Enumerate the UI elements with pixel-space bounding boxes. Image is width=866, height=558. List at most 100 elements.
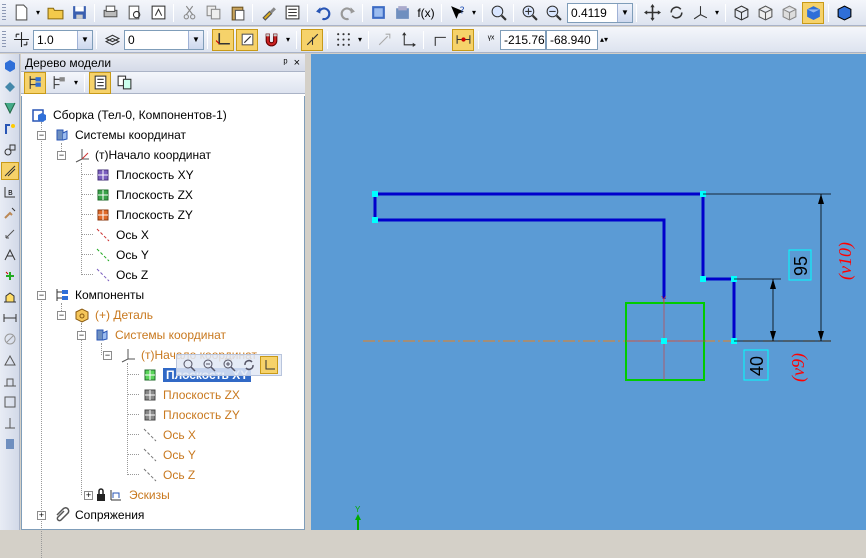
round-corner-icon[interactable] [428,29,450,51]
refresh-icon[interactable] [240,356,258,374]
show-relations-icon[interactable] [113,72,135,94]
collapse-toggle[interactable]: − [103,351,112,360]
orientation-icon[interactable] [689,2,711,24]
reports-icon[interactable] [1,267,19,285]
tree-node-axis-y[interactable]: Ось Y [95,246,149,264]
collapse-toggle[interactable]: − [77,331,86,340]
zoom-window-icon[interactable] [487,2,509,24]
rotate-icon[interactable] [665,2,687,24]
wireframe-view-icon[interactable] [730,2,752,24]
sketch-profile-inner[interactable] [373,194,666,299]
specification-icon[interactable] [1,246,19,264]
shaded-edges-view-icon[interactable] [833,2,855,24]
open-folder-icon[interactable] [44,2,66,24]
measure-icon[interactable]: B [1,183,19,201]
spatial-tools-icon[interactable] [1,351,19,369]
toolbar-grip[interactable] [2,30,6,49]
paste-icon[interactable] [226,2,248,24]
shaded-view-icon[interactable] [802,1,824,24]
tree-node-origin[interactable]: (т)Начало координат [74,146,211,164]
sketch-point[interactable] [372,191,378,197]
hidden-lines-view-icon[interactable] [754,2,776,24]
tree-structure-icon[interactable] [24,71,46,94]
orientation-more-icon[interactable]: ▾ [713,2,721,24]
zoom-fit-icon[interactable] [220,356,238,374]
close-icon[interactable]: × [294,57,300,69]
model-viewport[interactable]: 95 40 (v10) (v9) Y Y [311,54,866,530]
variables-fx-icon[interactable]: f(x) [415,2,437,24]
axes-arrow-icon[interactable] [397,29,419,51]
coord-x-field[interactable]: -215.76 [500,29,546,50]
local-cs-icon[interactable] [260,356,278,374]
tree-node-axis-x[interactable]: Ось X [95,226,149,244]
auxiliary-geometry-icon[interactable] [1,141,19,159]
collapse-toggle[interactable]: − [37,131,46,140]
thin-lines-view-icon[interactable] [778,2,800,24]
cursor-step-icon[interactable] [10,29,32,51]
document-properties-icon[interactable] [147,2,169,24]
tree-node-detail[interactable]: (+) Деталь [74,306,153,324]
tree-node-detail-axis-z[interactable]: Ось Z [142,466,195,484]
tree-node-assembly[interactable]: Сборка (Тел-0, Компонентов-1) [32,106,227,124]
grid-icon[interactable] [332,29,354,51]
parameterization-icon[interactable] [1,372,19,390]
tree-view-mode-icon[interactable] [48,72,70,94]
help-pointer-icon[interactable]: ? [446,2,468,24]
tree-node-plane-zy[interactable]: Плоскость ZY [95,206,193,224]
ortho-mode-icon[interactable] [301,28,323,51]
sketch-point[interactable] [372,217,378,223]
collapse-toggle[interactable]: − [57,151,66,160]
sketch-profile-outer[interactable] [375,192,736,341]
chevron-down-icon[interactable]: ▼ [77,30,92,49]
cut-icon[interactable] [178,2,200,24]
layer-manager-icon[interactable] [367,2,389,24]
magnet-snap-icon[interactable] [260,29,282,51]
zoom-level-combo[interactable]: 0.4119 ▼ [567,2,633,23]
snap-more-icon[interactable]: ▾ [284,29,292,51]
tree-node-axis-z[interactable]: Ось Z [95,266,148,284]
expand-toggle[interactable]: + [37,511,46,520]
dropdown-arrow-icon[interactable]: ▾ [34,2,42,24]
tree-node-sketches[interactable]: Эскизы [96,486,170,504]
designations-icon[interactable] [1,330,19,348]
current-layer-combo[interactable]: 0 ▼ [124,29,204,50]
tree-node-coord-systems[interactable]: Системы координат [54,126,186,144]
pan-icon[interactable] [641,2,663,24]
tree-node-detail-plane-zy[interactable]: Плоскость ZY [142,406,240,424]
print-preview-icon[interactable] [123,2,145,24]
sketch-point[interactable] [661,338,667,344]
copy-icon[interactable] [202,2,224,24]
undo-icon[interactable] [312,2,334,24]
zoom-out-icon[interactable] [200,356,218,374]
toolbar-grip[interactable] [2,3,6,22]
tree-node-components[interactable]: Компоненты [54,286,144,304]
expand-toggle[interactable]: + [84,491,93,500]
panel-scroll-icon[interactable] [1,435,19,453]
chevron-down-icon[interactable]: ▼ [617,3,632,22]
chevron-down-icon[interactable]: ▼ [188,30,203,49]
tree-node-detail-coord-systems[interactable]: Системы координат [94,326,226,344]
toolbar-more-icon[interactable]: ▾ [470,2,478,24]
tree-node-detail-axis-x[interactable]: Ось X [142,426,196,444]
dimension-tools-icon[interactable] [1,309,19,327]
selection-filters-icon[interactable] [1,204,19,222]
grid-more-icon[interactable]: ▾ [356,29,364,51]
sheet-metal-icon[interactable] [1,288,19,306]
pin-icon[interactable]: ᵖ [283,57,287,69]
mates-icon[interactable] [1,162,19,180]
cursor-step-combo[interactable]: 1.0 ▼ [33,29,93,50]
collapse-toggle[interactable]: − [37,291,46,300]
surfaces-icon[interactable] [1,99,19,117]
tree-node-plane-xy[interactable]: Плоскость XY [95,166,194,184]
tree-node-mates[interactable]: Сопряжения [54,506,144,524]
editing-icon[interactable] [1,393,19,411]
zoom-in-icon[interactable] [180,356,198,374]
print-icon[interactable] [99,2,121,24]
analysis-icon[interactable] [1,414,19,432]
sketch-point[interactable] [700,276,706,282]
library-manager-icon[interactable] [391,2,413,24]
save-icon[interactable] [68,2,90,24]
edit-assembly-icon[interactable] [1,225,19,243]
format-brush-icon[interactable] [257,2,279,24]
zoom-out-icon[interactable] [542,2,564,24]
